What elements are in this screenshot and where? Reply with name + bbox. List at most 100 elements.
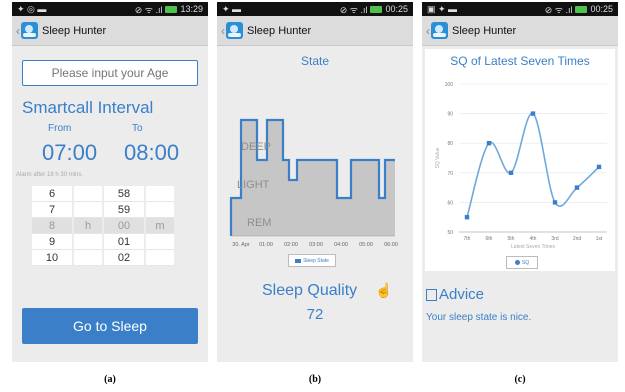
- status-bar: ✦ ▬ ⊘ ᯤ .ıl 00:25: [217, 2, 413, 16]
- hour-unit: [74, 234, 102, 250]
- hour-option[interactable]: 8: [32, 218, 72, 234]
- caption-c: (c): [514, 374, 526, 385]
- from-label: From: [48, 123, 72, 134]
- caption-a: (a): [104, 374, 116, 385]
- minute-unit: [146, 202, 174, 218]
- y-tick-label: 50: [447, 230, 453, 236]
- app-title: Sleep Hunter: [247, 24, 312, 37]
- go-to-sleep-button[interactable]: Go to Sleep: [22, 308, 198, 344]
- signal-icon: ⊘ ᯤ .ıl: [134, 4, 163, 15]
- sleep-quality-label: Sleep Quality: [262, 282, 358, 299]
- legend-label: Sleep State: [303, 257, 329, 264]
- x-tick-label: 02:00: [284, 242, 298, 248]
- sq-chart-title: SQ of Latest Seven Times: [450, 54, 590, 68]
- minute-option[interactable]: 02: [104, 250, 144, 266]
- hour-wheel[interactable]: 6 7 8 9 10: [32, 186, 72, 266]
- x-tick-label: 2nd: [573, 236, 582, 242]
- y-tick-label: 90: [447, 112, 453, 118]
- app-logo-icon: [21, 22, 38, 39]
- legend-label: SQ: [521, 259, 530, 266]
- back-chevron-icon[interactable]: ‹: [16, 24, 20, 38]
- advice-text: Your sleep state is nice.: [426, 312, 532, 323]
- sq-data-point: [464, 215, 470, 220]
- sleep-state-chart: DEEP LIGHT REM 30. Apr 01:00 02:00 03:00 04:…: [229, 118, 398, 248]
- hour-unit: h: [74, 218, 102, 234]
- sleep-quality-value: 72: [306, 306, 324, 323]
- battery-icon: [575, 5, 588, 13]
- y-tick-label: 80: [447, 141, 453, 147]
- to-label: To: [132, 123, 143, 134]
- action-bar[interactable]: ‹ Sleep Hunter: [217, 16, 413, 46]
- smartcall-title: Smartcall Interval: [22, 98, 154, 117]
- from-time[interactable]: 07:00: [42, 140, 97, 166]
- back-chevron-icon[interactable]: ‹: [221, 24, 225, 38]
- minute-unit: m: [146, 218, 174, 234]
- notification-icons: ✦ ◎ ▬: [17, 3, 47, 14]
- hour-option[interactable]: 9: [32, 234, 72, 250]
- screen-sq-history: ▣ ✦ ▬ ⊘ ᯤ .ıl 00:25 ‹ Sleep Hunter SQ of …: [422, 2, 618, 362]
- level-light: LIGHT: [237, 179, 270, 191]
- minute-unit-column: m: [146, 186, 174, 266]
- hour-option[interactable]: 6: [32, 186, 72, 202]
- screen-sleep-state: ✦ ▬ ⊘ ᯤ .ıl 00:25 ‹ Sleep Hunter State DE…: [217, 2, 413, 362]
- sq-data-point: [596, 164, 602, 170]
- sq-data-point: [574, 185, 580, 190]
- x-tick-label: 6th: [486, 236, 493, 242]
- x-tick-label: 1st: [596, 236, 603, 242]
- battery-icon: [165, 5, 178, 13]
- y-tick-label: 100: [445, 82, 454, 88]
- x-tick-label: 4th: [530, 236, 537, 242]
- status-time: 00:25: [590, 4, 613, 14]
- time-picker[interactable]: 6 7 8 9 10 h 58 59 00 01 02 m: [32, 186, 174, 266]
- minute-unit: [146, 250, 174, 266]
- hand-pointer-icon[interactable]: ☝: [375, 282, 392, 299]
- battery-icon: [370, 5, 383, 13]
- hour-option[interactable]: 10: [32, 250, 72, 266]
- x-tick-label: 3rd: [551, 236, 558, 242]
- status-bar: ▣ ✦ ▬ ⊘ ᯤ .ıl 00:25: [422, 2, 618, 16]
- status-time: 00:25: [385, 4, 408, 14]
- minute-option[interactable]: 01: [104, 234, 144, 250]
- x-tick-label: 05:00: [359, 242, 373, 248]
- signal-icon: ⊘ ᯤ .ıl: [544, 4, 573, 15]
- hour-unit: [74, 186, 102, 202]
- hour-unit-column: h: [74, 186, 102, 266]
- minute-option[interactable]: 58: [104, 186, 144, 202]
- to-time[interactable]: 08:00: [124, 140, 179, 166]
- sq-line-chart: 50 60 70 80 90 100 7th 6th 5th 4th 3rd 2nd 1st Latest…: [435, 82, 607, 250]
- legend-sq[interactable]: SQ: [506, 256, 538, 269]
- status-bar: ✦ ◎ ▬ ⊘ ᯤ .ıl 13:29: [12, 2, 208, 16]
- alarm-note: Alarm after 18 h 30 mins.: [16, 172, 84, 178]
- sq-data-point: [486, 141, 492, 146]
- x-tick-label: 04:00: [334, 242, 348, 248]
- x-tick-label: 7th: [464, 236, 471, 242]
- sq-series-line: [466, 112, 600, 218]
- legend-sleep-state[interactable]: Sleep State: [288, 254, 336, 267]
- minute-wheel[interactable]: 58 59 00 01 02: [104, 186, 144, 266]
- document-icon: [426, 289, 437, 301]
- level-rem: REM: [247, 217, 271, 229]
- app-logo-icon: [431, 22, 448, 39]
- age-input[interactable]: [22, 60, 198, 86]
- hour-unit: [74, 250, 102, 266]
- action-bar[interactable]: ‹ Sleep Hunter: [422, 16, 618, 46]
- minute-unit: [146, 234, 174, 250]
- y-axis-label: SQ Value: [435, 147, 441, 168]
- back-chevron-icon[interactable]: ‹: [426, 24, 430, 38]
- x-axis-ticks: 30. Apr 01:00 02:00 03:00 04:00 05:00 06:00: [231, 235, 398, 248]
- x-tick-label: 06:00: [384, 242, 398, 248]
- sq-data-point: [508, 170, 514, 175]
- action-bar[interactable]: ‹ Sleep Hunter: [12, 16, 208, 46]
- hour-unit: [74, 202, 102, 218]
- minute-option[interactable]: 59: [104, 202, 144, 218]
- legend-dot: [514, 260, 520, 265]
- minute-unit: [146, 186, 174, 202]
- app-title: Sleep Hunter: [452, 24, 517, 37]
- caption-b: (b): [308, 374, 322, 385]
- sq-data-point: [552, 200, 558, 205]
- y-tick-label: 60: [447, 200, 453, 206]
- app-title: Sleep Hunter: [42, 24, 107, 37]
- minute-option[interactable]: 00: [104, 218, 144, 234]
- advice-title: Advice: [439, 286, 485, 303]
- hour-option[interactable]: 7: [32, 202, 72, 218]
